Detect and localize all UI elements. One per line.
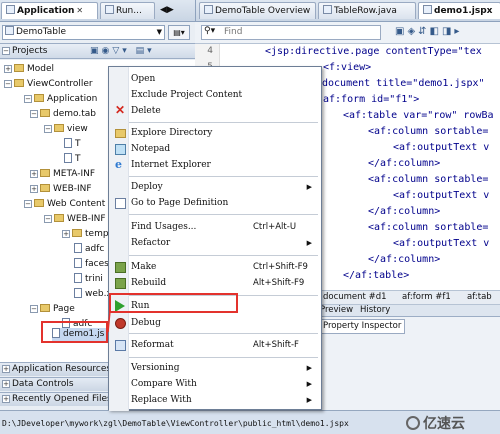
highlight-connector	[107, 310, 111, 333]
connector-line	[107, 310, 111, 333]
